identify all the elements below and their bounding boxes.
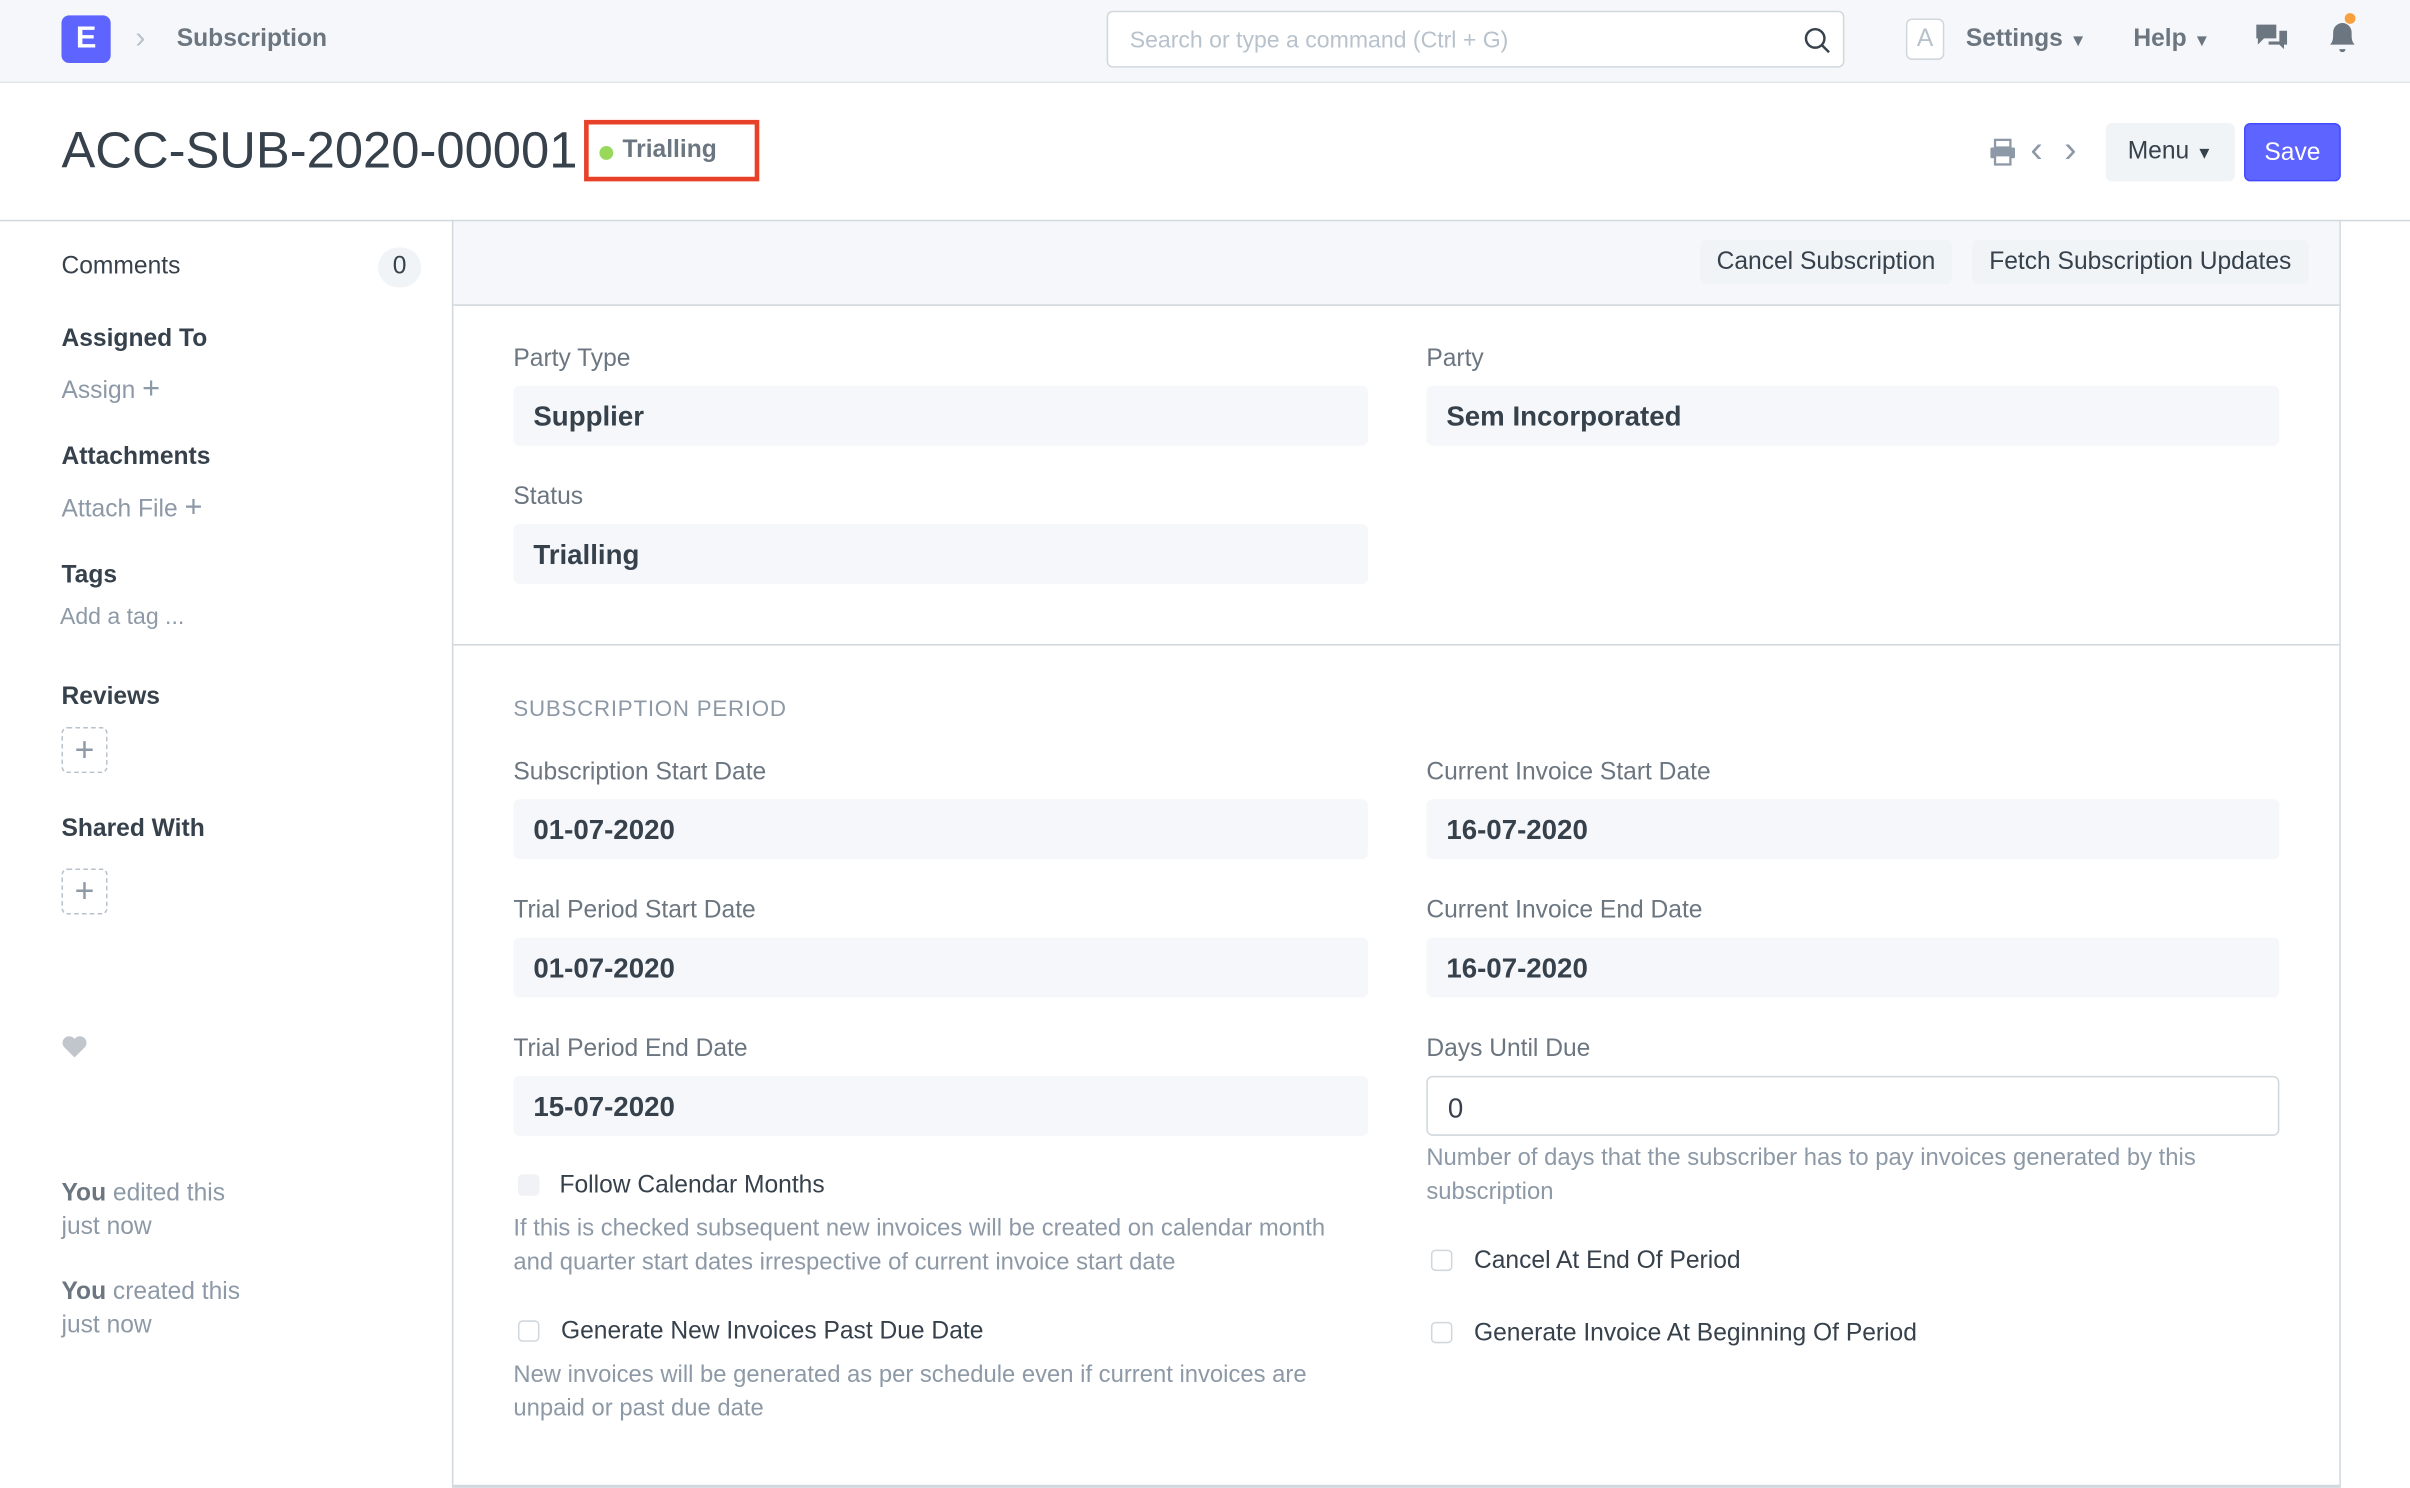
app-logo[interactable]: E [61, 15, 111, 64]
days-until-due-description: Number of days that the subscriber has t… [1426, 1145, 2196, 1206]
generate-at-beginning-label: Generate Invoice At Beginning Of Period [1473, 1320, 1917, 1347]
trial-start-date-label: Trial Period Start Date [513, 897, 756, 924]
search-placeholder: Search or type a command (Ctrl + G) [1129, 27, 1509, 54]
assign-button[interactable]: Assign + [61, 372, 160, 407]
settings-dropdown[interactable]: Settings ▼ [1966, 26, 2087, 54]
reviews-heading: Reviews [61, 683, 160, 711]
notification-bell-icon[interactable] [2325, 12, 2359, 53]
status-text: Trialling [622, 136, 717, 163]
comments-count: 0 [378, 247, 422, 288]
heart-icon[interactable] [61, 1036, 87, 1059]
party-label: Party [1426, 345, 1484, 372]
menu-button[interactable]: Menu ▼ [2105, 122, 2235, 182]
caret-down-icon: ▼ [2069, 32, 2087, 51]
plus-icon: + [74, 871, 95, 910]
help-dropdown[interactable]: Help ▼ [2133, 26, 2210, 54]
status-field: Trialling [513, 524, 1368, 585]
follow-calendar-months-checkbox[interactable] [517, 1174, 540, 1196]
activity-item: You edited this just now [61, 1180, 226, 1241]
chevron-right-icon: › [135, 21, 146, 56]
attach-file-button[interactable]: Attach File + [61, 490, 202, 525]
breadcrumb[interactable]: Subscription [177, 26, 327, 54]
search-input[interactable]: Search or type a command (Ctrl + G) [1106, 10, 1845, 68]
panel-bottom-border [453, 1484, 2340, 1488]
shared-with-heading: Shared With [61, 816, 205, 843]
days-until-due-label: Days Until Due [1426, 1035, 1591, 1063]
attach-file-label: Attach File [61, 496, 178, 523]
page-title: ACC-SUB-2020-00001 [61, 121, 578, 179]
status-label: Status [513, 484, 584, 511]
party-field[interactable]: Sem Incorporated [1426, 385, 2280, 446]
add-review-button[interactable]: + [61, 727, 108, 774]
cancel-at-end-label: Cancel At End Of Period [1473, 1248, 1741, 1275]
current-invoice-end-label: Current Invoice End Date [1426, 897, 1703, 924]
previous-icon[interactable]: ‹ [2030, 129, 2042, 172]
avatar[interactable]: A [1905, 18, 1945, 60]
days-until-due-input[interactable]: 0 [1426, 1075, 2280, 1136]
attachments-heading: Attachments [61, 444, 211, 471]
status-badge: Trialling [584, 119, 760, 182]
follow-calendar-months-label: Follow Calendar Months [559, 1172, 825, 1199]
assign-label: Assign [61, 378, 136, 405]
section-heading: SUBSCRIPTION PERIOD [513, 697, 787, 723]
search-icon [1804, 27, 1830, 54]
follow-calendar-months-description: If this is checked subsequent new invoic… [513, 1215, 1326, 1276]
status-dot-icon [599, 146, 614, 160]
generate-at-beginning-checkbox[interactable] [1430, 1321, 1453, 1344]
current-invoice-start-field[interactable]: 16-07-2020 [1426, 799, 2280, 860]
chat-icon[interactable] [2255, 23, 2289, 54]
trial-end-date-label: Trial Period End Date [513, 1035, 748, 1063]
current-invoice-start-label: Current Invoice Start Date [1426, 759, 1711, 786]
comments-label: Comments [61, 253, 181, 280]
menu-label: Menu [2127, 138, 2190, 165]
save-button[interactable]: Save [2244, 122, 2341, 182]
cancel-at-end-checkbox[interactable] [1430, 1249, 1453, 1272]
caret-down-icon: ▼ [2196, 144, 2213, 163]
subscription-start-date-field[interactable]: 01-07-2020 [513, 799, 1368, 860]
next-icon[interactable]: › [2064, 129, 2076, 172]
plus-icon: + [142, 371, 161, 406]
generate-past-due-checkbox[interactable] [517, 1320, 540, 1342]
fetch-subscription-updates-button[interactable]: Fetch Subscription Updates [1971, 239, 2309, 285]
plus-icon: + [74, 730, 95, 769]
party-type-label: Party Type [513, 345, 631, 372]
tags-heading: Tags [61, 562, 118, 589]
plus-icon: + [184, 490, 203, 525]
generate-past-due-description: New invoices will be generated as per sc… [513, 1361, 1307, 1422]
help-label: Help [2133, 26, 2187, 53]
trial-end-date-field[interactable]: 15-07-2020 [513, 1075, 1368, 1136]
current-invoice-end-field[interactable]: 16-07-2020 [1426, 937, 2280, 998]
trial-start-date-field[interactable]: 01-07-2020 [513, 937, 1368, 998]
cancel-subscription-button[interactable]: Cancel Subscription [1699, 239, 1952, 285]
subscription-start-date-label: Subscription Start Date [513, 759, 767, 786]
activity-item: You created this just now [61, 1278, 241, 1339]
assigned-to-heading: Assigned To [61, 325, 208, 352]
add-share-button[interactable]: + [61, 868, 108, 915]
settings-label: Settings [1965, 26, 2063, 53]
caret-down-icon: ▼ [2193, 32, 2211, 51]
print-icon[interactable] [1989, 138, 2017, 166]
generate-past-due-label: Generate New Invoices Past Due Date [561, 1318, 984, 1345]
comments-link[interactable]: Comments [61, 254, 180, 282]
party-type-field[interactable]: Supplier [513, 385, 1368, 446]
section-divider [453, 644, 2340, 646]
add-tag-input[interactable]: Add a tag ... [60, 604, 184, 630]
